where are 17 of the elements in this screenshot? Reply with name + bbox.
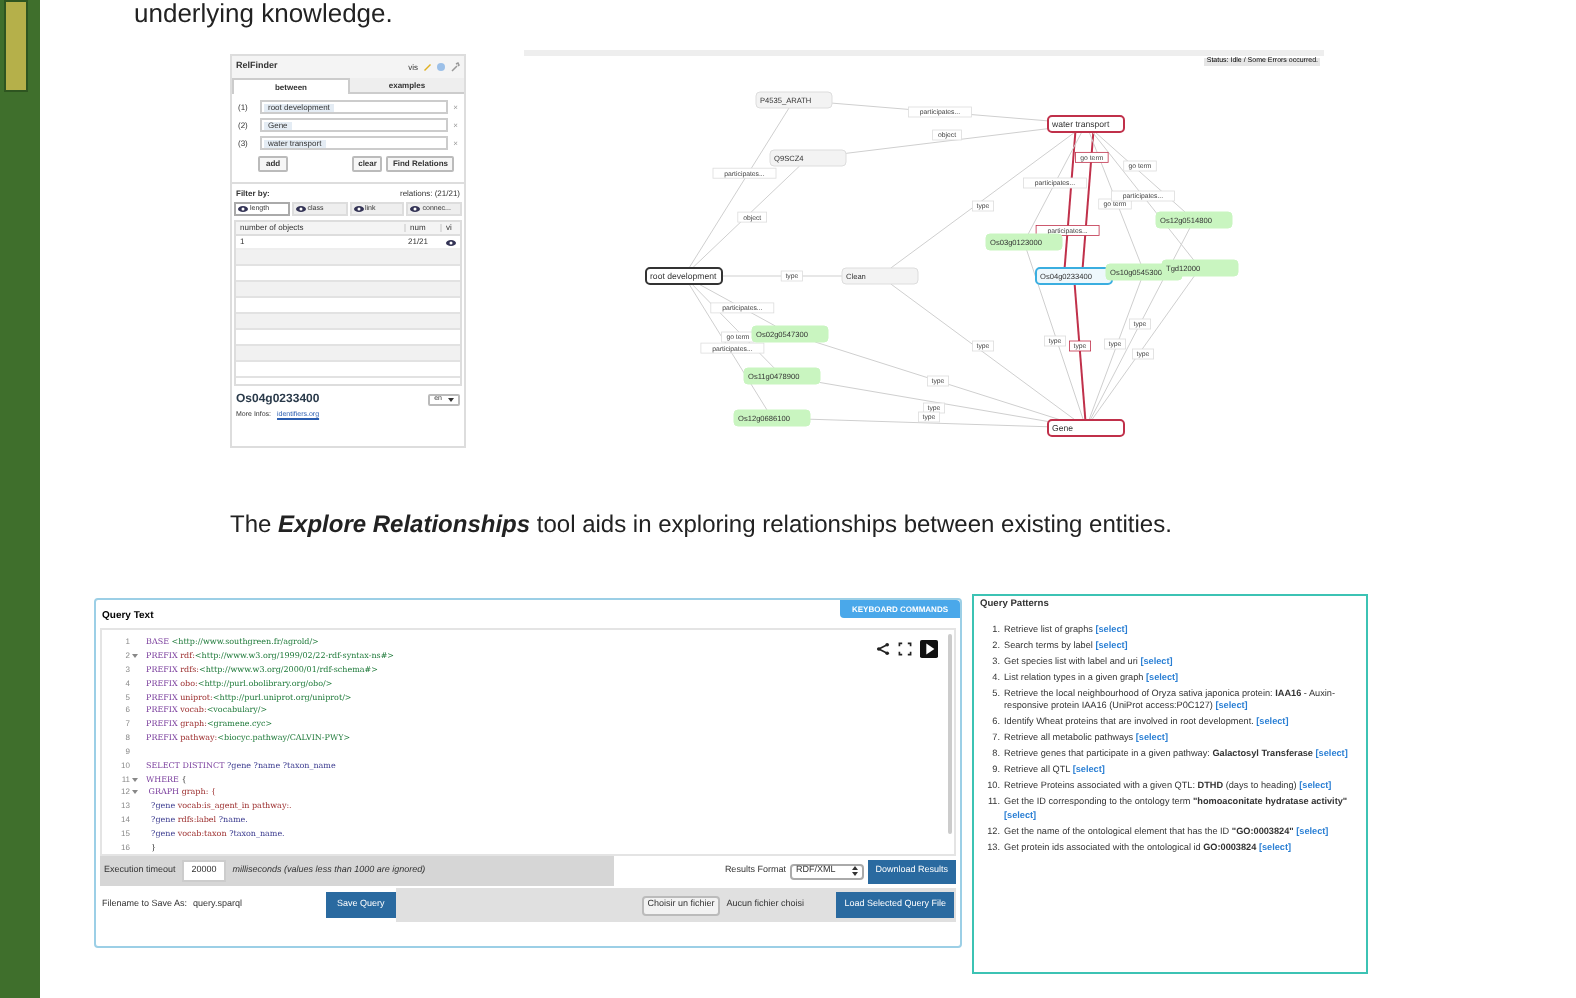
eye-icon — [295, 206, 306, 212]
eye-icon — [238, 206, 248, 212]
fold-caret-icon[interactable] — [132, 654, 138, 659]
fold-caret-icon[interactable] — [132, 777, 138, 782]
play-icon[interactable] — [920, 640, 938, 658]
eye-icon — [445, 239, 455, 245]
fullscreen-icon[interactable] — [898, 642, 912, 656]
updown-caret-icon — [851, 866, 858, 876]
wrench-icon[interactable] — [450, 62, 460, 72]
intro-text: underlying knowledge. — [134, 0, 395, 28]
fold-caret-icon[interactable] — [132, 790, 138, 795]
share-icon[interactable] — [876, 642, 890, 656]
eye-icon — [410, 206, 421, 212]
pencil-icon[interactable] — [422, 62, 432, 72]
eye-icon — [353, 206, 363, 212]
caret-icon — [448, 398, 454, 402]
caption-text: The Explore Relationships tool aids in exploring relationships between existing entities. — [230, 508, 1174, 540]
